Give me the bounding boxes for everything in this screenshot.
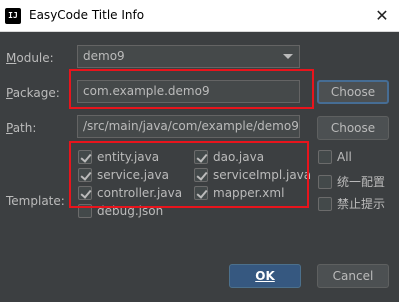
- package-value: com.example.demo9: [83, 84, 210, 98]
- title-bar: IJ EasyCode Title Info ✕: [0, 0, 399, 32]
- template-checkbox-mapper[interactable]: mapper.xml: [194, 186, 284, 200]
- checkbox-checked-icon: [78, 168, 92, 182]
- checkbox-checked-icon: [194, 186, 208, 200]
- package-field[interactable]: com.example.demo9: [77, 80, 300, 103]
- checkbox-unchecked-icon: [318, 150, 332, 164]
- checkbox-unchecked-icon: [318, 196, 332, 211]
- ok-button[interactable]: OK: [229, 264, 301, 288]
- template-checkbox-serviceimpl[interactable]: serviceImpl.java: [194, 168, 311, 182]
- template-label: Template:: [6, 194, 65, 208]
- intellij-app-icon: IJ: [5, 8, 21, 24]
- package-choose-button[interactable]: Choose: [317, 80, 389, 104]
- template-checkbox-dao[interactable]: dao.java: [194, 150, 264, 164]
- close-icon[interactable]: ✕: [365, 0, 399, 32]
- checkbox-checked-icon: [194, 168, 208, 182]
- chevron-down-icon: [283, 54, 293, 59]
- checkbox-checked-icon: [78, 186, 92, 200]
- template-checkbox-service[interactable]: service.java: [78, 168, 169, 182]
- checkbox-unchecked-icon: [318, 174, 332, 189]
- option-checkbox-unified-config[interactable]: 统一配置: [318, 173, 385, 190]
- module-combobox[interactable]: demo9: [77, 45, 300, 68]
- path-choose-button[interactable]: Choose: [317, 116, 389, 140]
- option-checkbox-all[interactable]: All: [318, 150, 352, 164]
- template-checkbox-entity[interactable]: entity.java: [78, 150, 159, 164]
- checkbox-checked-icon: [78, 150, 92, 164]
- path-value: /src/main/java/com/example/demo9: [83, 119, 299, 133]
- template-checkbox-debug[interactable]: debug.json: [78, 204, 163, 218]
- checkbox-unchecked-icon: [78, 204, 92, 218]
- cancel-button[interactable]: Cancel: [317, 264, 389, 288]
- package-label: Package:: [6, 86, 60, 100]
- option-checkbox-disable-prompt[interactable]: 禁止提示: [318, 195, 385, 212]
- checkbox-checked-icon: [194, 150, 208, 164]
- path-field[interactable]: /src/main/java/com/example/demo9: [77, 115, 300, 138]
- module-label: Module:: [6, 51, 54, 65]
- window-title: EasyCode Title Info: [29, 8, 145, 22]
- template-checkbox-controller[interactable]: controller.java: [78, 186, 182, 200]
- module-value: demo9: [83, 49, 125, 63]
- path-label: Path:: [6, 121, 37, 135]
